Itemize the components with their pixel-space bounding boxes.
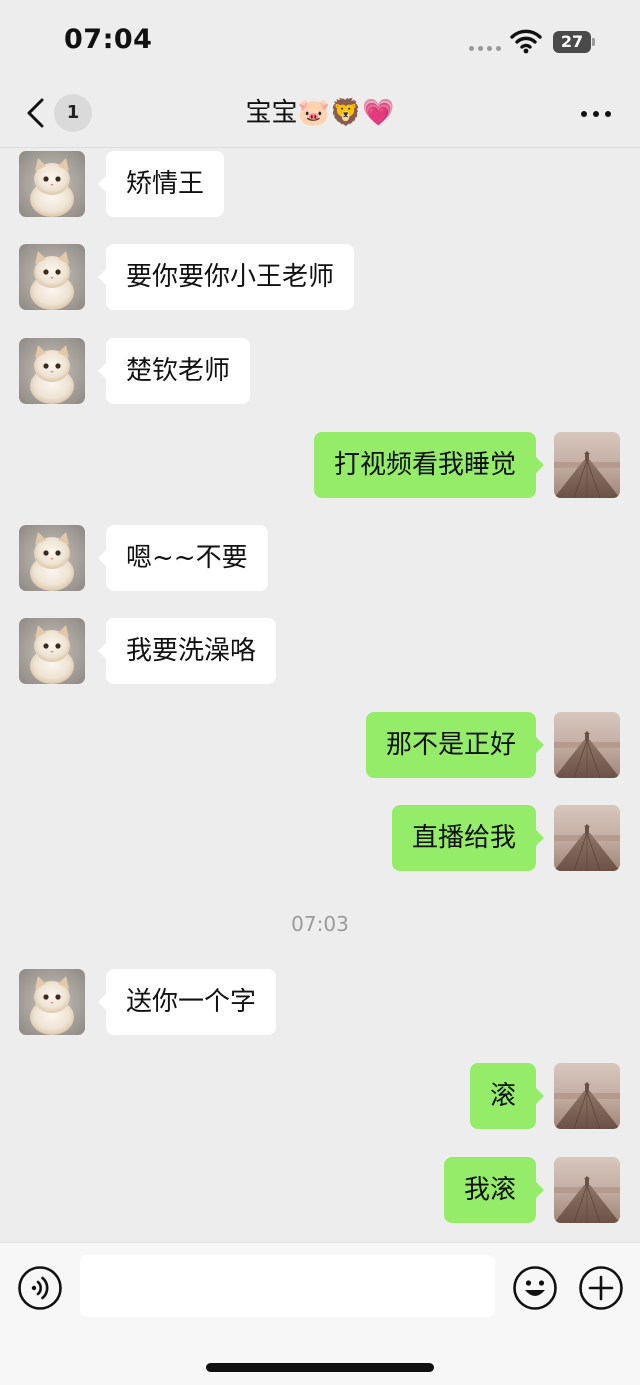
wifi-icon [510,29,542,54]
unread-count-badge[interactable]: 1 [54,94,92,132]
message-bubble-outgoing[interactable]: 那不是正好 [365,712,545,778]
contact-avatar[interactable] [19,244,85,310]
emoji-icon[interactable] [512,1265,558,1311]
message-bubble-incoming[interactable]: 嗯~~不要 [98,525,268,591]
message-bubble-incoming[interactable]: 我要洗澡咯 [97,618,277,684]
message-text-input[interactable] [80,1255,495,1317]
message-bubble-incoming[interactable]: 要你要你小王老师 [97,244,355,310]
message-bubble-outgoing[interactable]: 打视频看我睡觉 [313,432,545,498]
message-bubble-incoming[interactable]: 送你一个字 [97,969,277,1035]
contact-avatar[interactable] [19,618,85,684]
timestamp-divider: 07:03 [291,912,349,936]
status-bar: 07:04 27 [0,0,640,84]
back-chevron-icon[interactable] [22,96,50,130]
my-avatar[interactable] [554,432,620,498]
battery-icon: 27 [553,31,595,53]
my-avatar[interactable] [554,1063,620,1129]
plus-icon[interactable] [578,1265,624,1311]
more-icon[interactable] [580,110,612,118]
message-input-bar [0,1242,640,1385]
battery-level: 27 [553,31,591,53]
my-avatar[interactable] [554,712,620,778]
message-bubble-outgoing[interactable]: 我滚 [443,1157,545,1223]
contact-avatar[interactable] [19,969,85,1035]
message-bubble-incoming[interactable]: 矫情王 [97,151,225,217]
voice-icon[interactable] [17,1265,63,1311]
message-bubble-outgoing[interactable]: 滚 [469,1063,545,1129]
chat-header: 1 宝宝🐷🦁💗 [0,84,640,148]
my-avatar[interactable] [554,1157,620,1223]
my-avatar[interactable] [554,805,620,871]
status-time: 07:04 [64,24,153,55]
message-bubble-outgoing[interactable]: 直播给我 [391,805,545,871]
cellular-signal-icon [469,46,501,51]
message-bubble-incoming[interactable]: 楚钦老师 [97,338,251,404]
contact-avatar[interactable] [19,151,85,217]
contact-avatar[interactable] [19,338,85,404]
contact-avatar[interactable] [19,525,85,591]
chat-title: 宝宝🐷🦁💗 [245,98,395,128]
home-indicator [206,1363,434,1372]
